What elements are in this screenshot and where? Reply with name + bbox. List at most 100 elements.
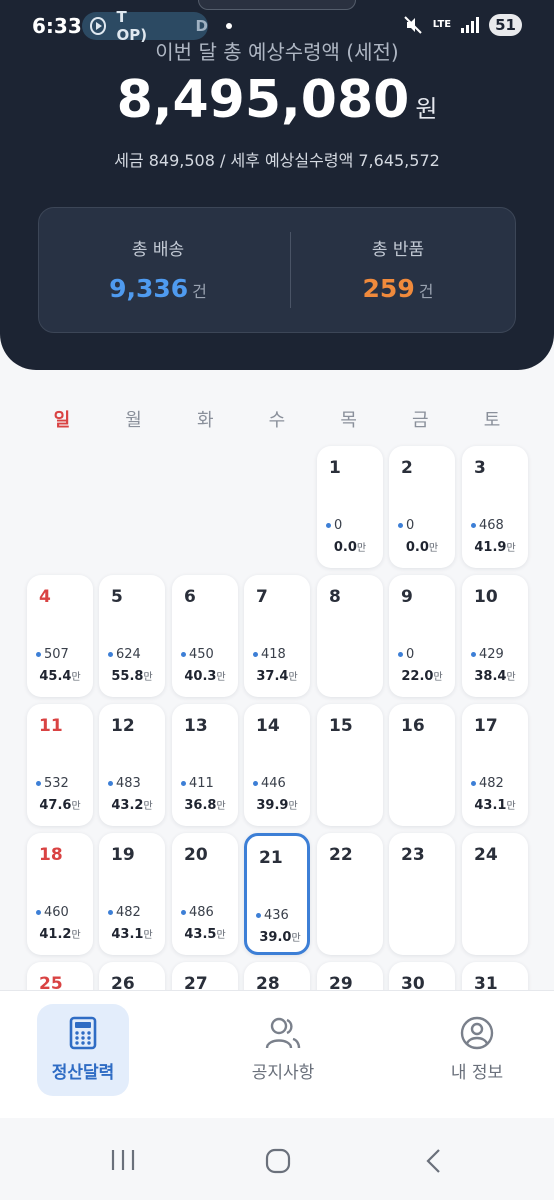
calendar-day[interactable]: 6 450 40.3만 [172,575,238,697]
day-number: 29 [329,974,353,990]
delivery-count: 0 [398,518,414,533]
count-dot-icon [181,910,186,915]
amount-unit: 만 [506,801,516,812]
calendar-day[interactable]: 23 [389,833,455,955]
amount-value: 0.0 [405,540,429,555]
day-number: 3 [474,458,486,478]
day-number: 6 [184,587,196,607]
day-number: 25 [39,974,63,990]
returns-value: 259 [362,274,415,303]
calendar-day-today[interactable]: 21 436 39.0만 [244,833,310,955]
amount-value: 36.8 [184,798,217,813]
delivery-count: 460 [36,905,69,920]
calendar-day[interactable]: 10 429 38.4만 [462,575,528,697]
calendar-day[interactable]: 20 486 43.5만 [172,833,238,955]
recent-apps-icon[interactable] [110,1148,136,1176]
back-icon[interactable] [424,1148,442,1178]
calendar-day[interactable]: 19 482 43.1만 [99,833,165,955]
weekday-label: 월 [125,410,142,431]
calendar-day[interactable]: 5 624 55.8만 [99,575,165,697]
day-number: 16 [401,716,425,736]
nav-label: 공지사항 [251,1063,315,1083]
calendar-day[interactable]: 27 [172,962,238,990]
calendar-day[interactable]: 7 418 37.4만 [244,575,310,697]
amount-unit: 만 [143,672,153,683]
nav-my-info[interactable]: 내 정보 [431,1004,523,1096]
calendar-day[interactable]: 22 [317,833,383,955]
calendar-day[interactable]: 30 [389,962,455,990]
delivery-count: 507 [36,647,69,662]
calendar-day[interactable]: 16 [389,704,455,826]
amount-value: 8,495,080 [116,70,410,130]
count-value: 482 [116,905,141,920]
calendar-day[interactable]: 11 532 47.6만 [27,704,93,826]
day-number: 9 [401,587,413,607]
daily-amount: 55.8만 [99,668,165,684]
calendar-day[interactable]: 25 [27,962,93,990]
calendar-day[interactable]: 9 0 22.0만 [389,575,455,697]
calendar-day[interactable]: 26 [99,962,165,990]
day-number: 22 [329,845,353,865]
calendar-day[interactable]: 14 446 39.9만 [244,704,310,826]
calendar-day[interactable]: 1 0 0.0만 [317,446,383,568]
amount-value: 0.0 [333,540,357,555]
count-value: 429 [479,647,504,662]
count-dot-icon [326,523,331,528]
count-value: 507 [44,647,69,662]
count-dot-icon [181,652,186,657]
calendar-day[interactable]: 29 [317,962,383,990]
nav-label: 정산달력 [51,1063,115,1083]
delivery-count: 411 [181,776,214,791]
calendar-day[interactable]: 13 411 36.8만 [172,704,238,826]
calculator-icon [37,1016,129,1050]
total-returns: 총 반품 259 건 [279,208,517,334]
lte-indicator: LTE [432,19,452,30]
calendar-day[interactable]: 31 [462,962,528,990]
expected-amount-label: 이번 달 총 예상수령액 (세전) [155,40,399,64]
calendar-day[interactable]: 4 507 45.4만 [27,575,93,697]
total-deliveries: 총 배송 9,336 건 [39,208,277,334]
signal-icon [461,17,480,33]
count-value: 460 [44,905,69,920]
daily-amount: 43.2만 [99,797,165,813]
calendar-day[interactable]: 15 [317,704,383,826]
home-icon[interactable] [265,1148,291,1178]
day-number: 15 [329,716,353,736]
day-number: 24 [474,845,498,865]
count-dot-icon [253,652,258,657]
calendar-day[interactable]: 12 483 43.2만 [99,704,165,826]
camera-notch [198,0,356,10]
amount-value: 55.8 [111,669,144,684]
delivery-count: 624 [108,647,141,662]
daily-amount: 43.5만 [172,926,238,942]
amount-unit: 만 [288,672,298,683]
amount-unit: 만 [356,543,367,554]
calendar-day[interactable]: 17 482 43.1만 [462,704,528,826]
day-number: 27 [184,974,208,990]
amount-value: 41.9 [474,540,507,555]
delivery-count: 0 [326,518,342,533]
calendar-day[interactable]: 2 0 0.0만 [389,446,455,568]
calendar-day[interactable]: 8 [317,575,383,697]
day-number: 7 [256,587,268,607]
calendar-day[interactable]: 28 [244,962,310,990]
nav-settlement-calendar[interactable]: 정산달력 [37,1004,129,1096]
stats-card: 총 배송 9,336 건 총 반품 259 건 [38,207,516,333]
calendar-day[interactable]: 3 468 41.9만 [462,446,528,568]
amount-unit: 만 [71,672,81,683]
weekday-label: 목 [340,410,357,431]
calendar-day[interactable]: 18 460 41.2만 [27,833,93,955]
amount-unit: 만 [143,930,153,941]
delivery-count: 436 [256,908,289,923]
count-value: 0 [334,518,343,533]
count-dot-icon [36,910,41,915]
daily-amount: 39.9만 [244,797,310,813]
amount-unit: 만 [433,672,443,683]
nav-notices[interactable]: 공지사항 [237,1004,329,1096]
day-number: 30 [401,974,425,990]
calendar-day[interactable]: 24 [462,833,528,955]
amount-unit: 원 [415,95,438,123]
amount-value: 43.5 [184,927,217,942]
daily-amount: 43.1만 [462,797,528,813]
day-number: 4 [39,587,51,607]
